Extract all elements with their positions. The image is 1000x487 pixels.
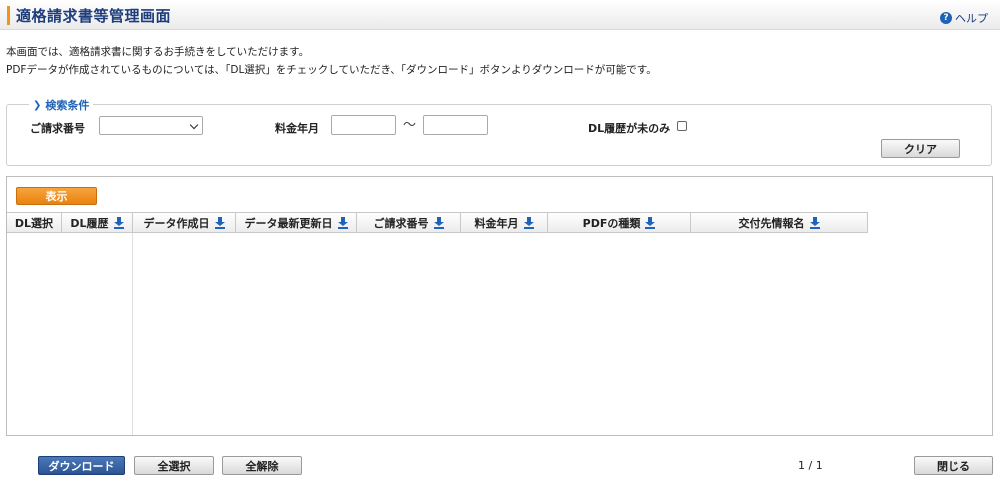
intro-text-line1: 本画面では、適格請求書に関するお手続きをしていただけます。 [6,46,310,58]
search-conditions-legend[interactable]: ❯ 検索条件 [29,97,94,113]
billing-month-from-input[interactable] [331,115,396,135]
column-header-dl-history[interactable]: DL履歴 [62,213,133,232]
download-sort-icon[interactable] [809,217,820,229]
download-sort-icon[interactable] [337,217,348,229]
clear-button[interactable]: クリア [881,139,960,158]
column-header-recipient-name[interactable]: 交付先情報名 [691,213,868,232]
billing-month-to-input[interactable] [423,115,488,135]
download-sort-icon[interactable] [645,217,656,229]
page-title: 適格請求書等管理画面 [16,7,172,25]
invoice-number-select[interactable] [99,116,203,135]
table-body [7,233,133,435]
title-accent-bar [7,6,10,25]
download-sort-icon[interactable] [433,217,444,229]
deselect-all-button[interactable]: 全解除 [222,456,302,475]
close-button[interactable]: 閉じる [914,456,993,475]
undownloaded-only-label: DL履歴が未のみ [588,122,671,135]
column-header-updated-date[interactable]: データ最新更新日 [236,213,357,232]
chevron-down-icon [189,120,199,130]
select-all-button[interactable]: 全選択 [134,456,214,475]
intro-text-line2: PDFデータが作成されているものについては、「DL選択」をチェックしていただき、… [6,64,657,76]
download-sort-icon[interactable] [523,217,534,229]
range-separator: 〜 [403,118,417,133]
download-sort-icon[interactable] [214,217,225,229]
title-bar: 適格請求書等管理画面 ? ヘルプ [0,0,1000,30]
download-sort-icon[interactable] [113,217,124,229]
column-header-invoice-number[interactable]: ご請求番号 [357,213,461,232]
column-header-pdf-type[interactable]: PDFの種類 [548,213,691,232]
invoice-number-label: ご請求番号 [30,122,85,135]
pagination: 1 / 1 [798,459,823,472]
download-button[interactable]: ダウンロード [38,456,125,475]
chevron-right-icon: ❯ [33,99,42,111]
help-label: ヘルプ [955,12,988,25]
search-conditions-label: 検索条件 [45,99,90,112]
column-header-billing-month[interactable]: 料金年月 [461,213,548,232]
undownloaded-only-checkbox[interactable] [677,121,687,131]
billing-month-label: 料金年月 [275,122,319,135]
show-button[interactable]: 表示 [16,187,97,205]
column-header-dl-select: DL選択 [7,213,62,232]
help-link[interactable]: ? ヘルプ [940,10,988,26]
table-header: DL選択 DL履歴 データ作成日 データ最新更新日 ご請求番号 料金年月 PDF… [7,212,868,233]
column-header-created-date[interactable]: データ作成日 [133,213,236,232]
search-conditions-panel [6,104,992,166]
help-icon: ? [940,12,952,24]
